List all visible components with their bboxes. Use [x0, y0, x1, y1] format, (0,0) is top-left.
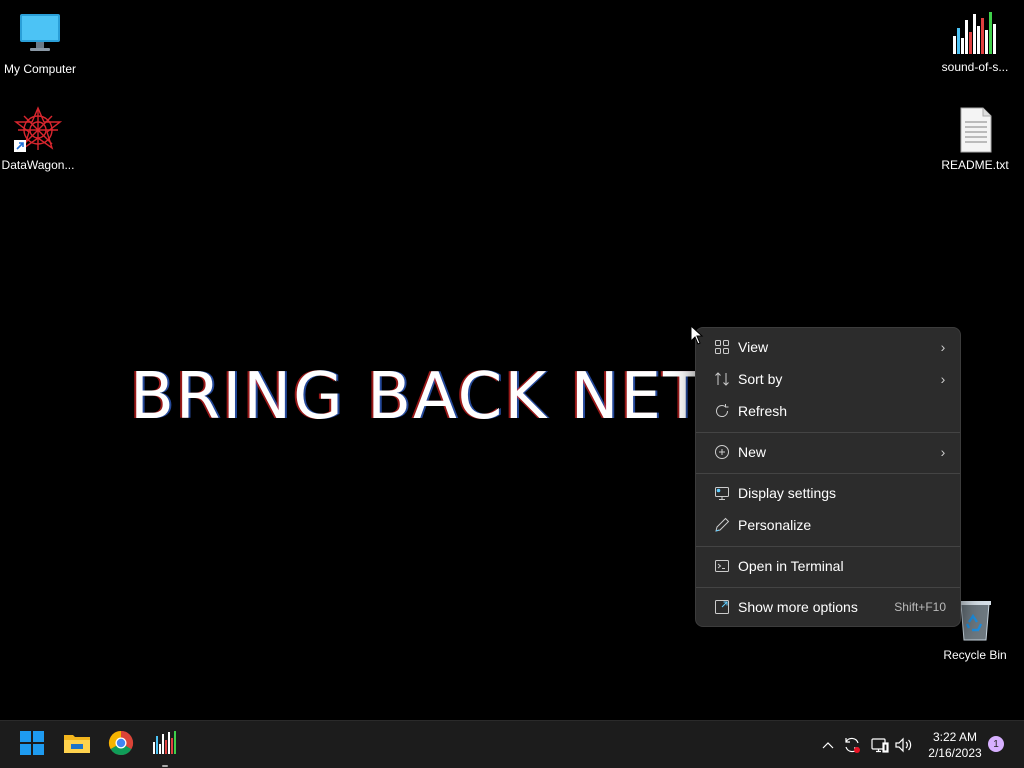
notification-badge[interactable]: 1 [988, 736, 1004, 752]
menu-item-label: Sort by [738, 371, 783, 387]
menu-separator [696, 432, 960, 433]
start-button[interactable] [16, 729, 48, 761]
external-options-icon [700, 599, 738, 615]
chrome-icon [108, 730, 134, 761]
desktop-icon-datawagon[interactable]: DataWagon... [0, 106, 78, 172]
menu-item-label: Personalize [738, 517, 812, 533]
menu-item-view[interactable]: View › [700, 332, 956, 362]
desktop-icon-label: README.txt [941, 158, 1009, 172]
chevron-right-icon: › [940, 339, 946, 355]
network-icon[interactable] [870, 735, 890, 755]
grid-view-icon [700, 339, 738, 355]
plus-circle-icon [700, 444, 738, 460]
chevron-up-icon[interactable] [818, 735, 838, 755]
volume-icon[interactable] [894, 735, 914, 755]
equalizer-app-icon [151, 730, 179, 761]
menu-item-sort-by[interactable]: Sort by › [700, 364, 956, 394]
desktop-icon-readme[interactable]: README.txt [935, 106, 1015, 172]
file-explorer-icon [63, 731, 91, 760]
desktop-icon-sound[interactable]: sound-of-s... [935, 8, 1015, 74]
monitor-icon [16, 10, 64, 58]
desktop-icon-my-computer[interactable]: My Computer [0, 10, 80, 76]
sync-icon[interactable] [842, 735, 862, 755]
menu-item-shortcut: Shift+F10 [894, 600, 946, 614]
text-file-icon [951, 106, 999, 154]
menu-item-label: View [738, 339, 769, 355]
menu-separator [696, 587, 960, 588]
wallpaper-text: BRING BACK NETV [130, 360, 696, 434]
menu-item-show-more-options[interactable]: Show more options Shift+F10 [700, 592, 956, 622]
pen-icon [700, 517, 738, 533]
taskbar-chrome[interactable] [105, 729, 137, 761]
menu-item-open-in-terminal[interactable]: Open in Terminal [700, 551, 956, 581]
windows-start-icon [19, 730, 45, 761]
menu-item-label: New [738, 444, 767, 460]
terminal-icon [700, 558, 738, 574]
desktop-icon-label: sound-of-s... [941, 60, 1009, 74]
taskbar-clock[interactable]: 3:22 AM 2/16/2023 [920, 729, 990, 761]
refresh-icon [700, 403, 738, 419]
desktop-icon-label: Recycle Bin [943, 648, 1007, 662]
menu-item-label: Show more options [738, 599, 858, 615]
datawagon-shortcut-icon [13, 106, 63, 154]
display-settings-icon [700, 485, 738, 501]
taskbar: 3:22 AM 2/16/2023 [0, 720, 1024, 768]
clock-date: 2/16/2023 [928, 746, 982, 760]
mouse-cursor-icon [690, 324, 704, 350]
clock-time: 3:22 AM [932, 730, 978, 744]
desktop-icon-label: DataWagon... [1, 158, 75, 172]
taskbar-active-indicator [162, 765, 168, 767]
chevron-right-icon: › [940, 444, 946, 460]
menu-item-new[interactable]: New › [700, 437, 956, 467]
equalizer-app-icon [951, 8, 999, 56]
desktop-context-menu: View › Sort by › Refresh New › Display s… [695, 327, 961, 627]
menu-item-personalize[interactable]: Personalize [700, 510, 956, 540]
menu-separator [696, 473, 960, 474]
sort-icon [700, 371, 738, 387]
desktop-icon-label: My Computer [3, 62, 77, 76]
menu-separator [696, 546, 960, 547]
menu-item-label: Display settings [738, 485, 837, 501]
taskbar-file-explorer[interactable] [61, 729, 93, 761]
menu-item-label: Refresh [738, 403, 788, 419]
taskbar-sound-app[interactable] [149, 729, 181, 761]
menu-item-label: Open in Terminal [738, 558, 844, 574]
chevron-right-icon: › [940, 371, 946, 387]
menu-item-refresh[interactable]: Refresh [700, 396, 956, 426]
menu-item-display-settings[interactable]: Display settings [700, 478, 956, 508]
